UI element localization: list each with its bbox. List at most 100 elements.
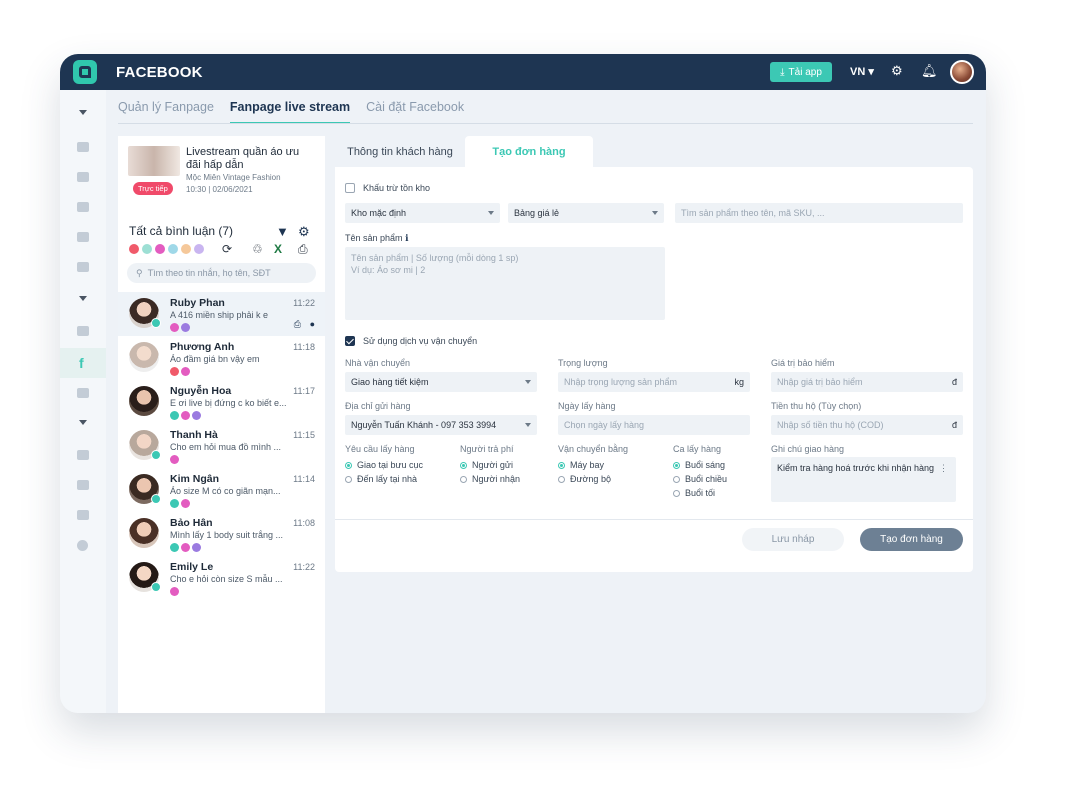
tab-fanpage-manage[interactable]: Quản lý Fanpage — [118, 100, 214, 124]
language-value: VN — [850, 66, 866, 78]
bell-icon[interactable]: 🔔︎ — [921, 64, 938, 78]
more-icon[interactable]: ⋮ — [939, 462, 948, 474]
tag-icon — [170, 543, 179, 552]
payer-option-receiver[interactable]: Người nhận — [460, 474, 520, 484]
sender-address-label: Địa chỉ gửi hàng — [345, 401, 411, 411]
chart-icon[interactable] — [77, 510, 89, 520]
sender-address-select[interactable]: Nguyễn Tuấn Khánh - 097 353 3994 — [345, 415, 537, 435]
price-list-select[interactable]: Bảng giá lẻ — [508, 203, 664, 223]
shift-label: Ca lấy hàng — [673, 444, 722, 454]
pickup-request-label: Yêu cầu lấy hàng — [345, 444, 415, 454]
payer-option-sender[interactable]: Người gửi — [460, 460, 513, 470]
printer-icon[interactable]: ⎙ — [294, 319, 301, 330]
tab-fanpage-live[interactable]: Fanpage live stream — [229, 100, 351, 124]
chevron-down-icon[interactable] — [79, 296, 87, 301]
comment-time: 11:17 — [293, 386, 315, 396]
tag-icon — [181, 499, 190, 508]
settings-icon[interactable] — [77, 540, 88, 551]
list-item[interactable]: Bảo Hân 11:08 Mình lấy 1 body suit trắng… — [118, 512, 325, 556]
use-shipping-checkbox[interactable] — [345, 336, 355, 346]
gear-icon[interactable]: ⚙ — [298, 224, 310, 240]
comment-panel: Livestream quần áo ưu đãi hấp dẫn Mộc Mi… — [118, 136, 325, 713]
option-label: Giao tại bưu cục — [357, 460, 424, 470]
facebook-icon[interactable]: f — [79, 355, 84, 371]
tab-customer-info[interactable]: Thông tin khách hàng — [335, 136, 465, 167]
phone-icon — [151, 582, 161, 592]
pickup-option-post-office[interactable]: Giao tại bưu cục — [345, 460, 423, 470]
monitor-icon[interactable] — [77, 480, 89, 490]
option-label: Buổi tối — [685, 488, 716, 498]
cart-icon[interactable] — [77, 388, 89, 398]
livestream-card[interactable]: Livestream quần áo ưu đãi hấp dẫn Mộc Mi… — [128, 146, 318, 196]
tag-chip[interactable] — [155, 244, 165, 254]
list-item[interactable]: Nguyễn Hoa 11:17 E ơi live bị đứng c ko … — [118, 380, 325, 424]
app-logo-icon[interactable] — [73, 60, 97, 84]
chevron-down-icon[interactable] — [79, 420, 87, 425]
list-item[interactable]: Emily Le 11:22 Cho e hỏi còn size S mẫu … — [118, 556, 325, 600]
sync-icon[interactable]: ♲ — [252, 242, 263, 256]
transport-option-air[interactable]: Máy bay — [558, 460, 604, 470]
document-icon[interactable] — [77, 172, 89, 182]
basket-icon[interactable] — [77, 262, 89, 272]
chevron-down-icon[interactable] — [79, 110, 87, 115]
avatar — [129, 518, 159, 548]
product-search-input[interactable]: Tìm sản phẩm theo tên, mã SKU, ... — [675, 203, 963, 223]
tag-chip[interactable] — [129, 244, 139, 254]
list-item[interactable]: Phương Anh 11:18 Áo đầm giá bn vậy em — [118, 336, 325, 380]
tab-create-order[interactable]: Tạo đơn hàng — [465, 136, 593, 167]
delivery-note-textarea[interactable]: Kiểm tra hàng hoá trước khi nhận hàng ⋮ — [771, 457, 956, 502]
weight-unit: kg — [734, 377, 744, 387]
get-app-button[interactable]: ⤓ Tải app — [770, 62, 832, 82]
option-label: Người nhận — [472, 474, 520, 484]
tag-chip[interactable] — [194, 244, 204, 254]
gear-icon[interactable]: ⚙ — [891, 64, 903, 78]
printer-icon[interactable]: ⎙ — [298, 242, 308, 257]
create-order-button[interactable]: Tạo đơn hàng — [860, 528, 963, 551]
list-item[interactable]: Ruby Phan 11:22 A 416 miền ship phải k e… — [118, 292, 325, 336]
shift-option-morning[interactable]: Buổi sáng — [673, 460, 725, 470]
deduct-stock-checkbox[interactable] — [345, 183, 355, 193]
user-avatar[interactable] — [950, 60, 974, 84]
tab-facebook-settings[interactable]: Cài đặt Facebook — [366, 100, 464, 124]
option-label: Người gửi — [472, 460, 513, 470]
cod-input[interactable]: Nhập số tiền thu hộ (COD) đ — [771, 415, 963, 435]
save-draft-button[interactable]: Lưu nháp — [742, 528, 844, 551]
option-label: Buổi sáng — [685, 460, 726, 470]
product-textarea[interactable]: Tên sản phẩm | Số lượng (mỗi dòng 1 sp) … — [345, 247, 665, 320]
user-icon[interactable] — [77, 232, 89, 242]
price-list-value: Bảng giá lẻ — [514, 208, 560, 218]
filter-icon[interactable]: ▼ — [276, 224, 289, 239]
excel-icon[interactable]: X — [274, 242, 282, 256]
refresh-icon[interactable]: ⟳ — [222, 242, 232, 256]
list-item[interactable]: Kim Ngân 11:14 Áo size M có co giãn mạn.… — [118, 468, 325, 512]
warehouse-value: Kho mặc định — [351, 208, 407, 218]
shift-option-evening[interactable]: Buổi tối — [673, 488, 715, 498]
list-item[interactable]: Thanh Hà 11:15 Cho em hỏi mua đồ mình ..… — [118, 424, 325, 468]
language-selector[interactable]: VN ▾ — [850, 65, 874, 78]
pickup-date-input[interactable]: Chọn ngày lấy hàng — [558, 415, 750, 435]
insurance-input[interactable]: Nhập giá trị bảo hiểm đ — [771, 372, 963, 392]
product-placeholder-line1: Tên sản phẩm | Số lượng (mỗi dòng 1 sp) — [351, 253, 519, 263]
store-icon[interactable] — [77, 326, 89, 336]
warehouse-select[interactable]: Kho mặc định — [345, 203, 500, 223]
pickup-option-home[interactable]: Đến lấy tại nhà — [345, 474, 417, 484]
top-bar: FACEBOOK ⤓ Tải app VN ▾ ⚙ 🔔︎ — [60, 54, 986, 90]
carrier-select[interactable]: Giao hàng tiết kiệm — [345, 372, 537, 392]
radio-icon — [460, 475, 467, 483]
chat-icon[interactable]: ● — [310, 319, 315, 329]
deduct-stock-label: Khấu trừ tồn kho — [363, 183, 431, 193]
shift-option-afternoon[interactable]: Buổi chiều — [673, 474, 727, 484]
truck-icon[interactable] — [77, 202, 89, 212]
comment-search-input[interactable]: ⚲ Tìm theo tin nhắn, họ tên, SĐT — [127, 263, 316, 283]
radio-icon — [558, 461, 565, 469]
list-icon[interactable] — [77, 142, 89, 152]
app-window: FACEBOOK ⤓ Tải app VN ▾ ⚙ 🔔︎ f → Quản lý… — [60, 54, 986, 713]
tag-chip[interactable] — [168, 244, 178, 254]
weight-input[interactable]: Nhập trọng lượng sản phẩm kg — [558, 372, 750, 392]
tag-chip[interactable] — [142, 244, 152, 254]
transport-option-road[interactable]: Đường bộ — [558, 474, 611, 484]
tag-chip[interactable] — [181, 244, 191, 254]
commenter-name: Nguyễn Hoa — [170, 385, 232, 397]
comment-text: Cho em hỏi mua đồ mình ... — [170, 442, 282, 452]
building-icon[interactable] — [77, 450, 89, 460]
